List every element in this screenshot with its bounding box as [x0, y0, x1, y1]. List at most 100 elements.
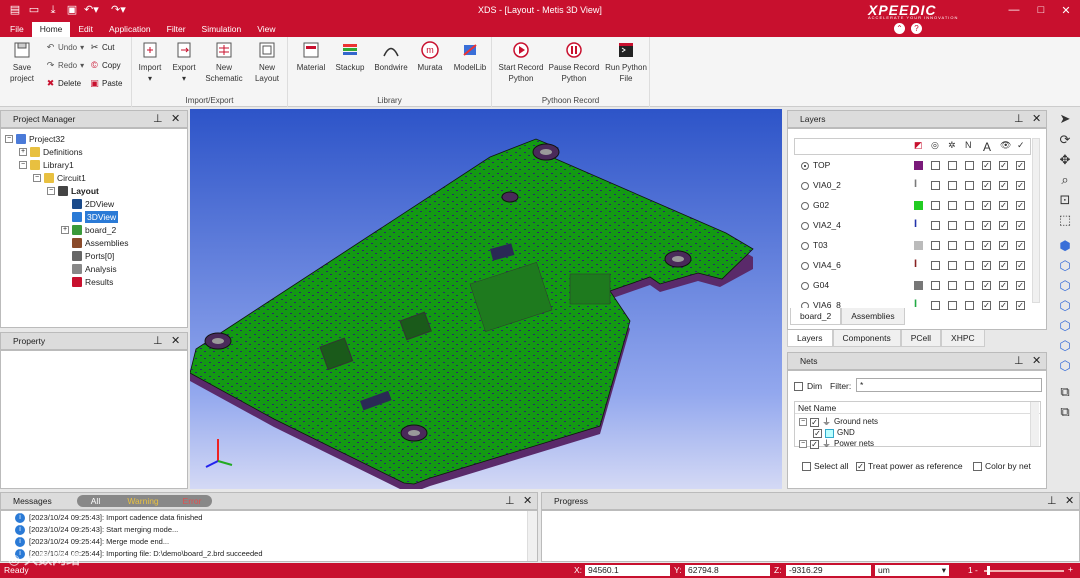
layer-option-checkbox[interactable]: ✓ — [1016, 301, 1025, 310]
unit-select[interactable]: um ▾ — [875, 565, 949, 576]
layer-option-checkbox[interactable] — [948, 161, 957, 170]
layer-row[interactable]: VIA4_6 I ✓ ✓ ✓ — [793, 256, 1029, 276]
minimize-button[interactable]: — — [1006, 4, 1022, 16]
layer-row[interactable]: VIA0_2 I ✓ ✓ ✓ — [793, 176, 1029, 196]
zoom-icon[interactable]: ⌕ — [1057, 172, 1073, 188]
eye-icon[interactable]: 👁 — [1000, 140, 1011, 151]
3d-view-canvas[interactable] — [189, 109, 782, 492]
via-swatch-icon[interactable]: I — [914, 218, 917, 230]
menu-home[interactable]: Home — [31, 22, 71, 37]
layer-subtab[interactable]: Assemblies — [841, 308, 905, 325]
cut-button[interactable]: ✂ Cut — [90, 43, 115, 53]
panel-tab[interactable]: PCell — [900, 330, 942, 347]
layer-option-checkbox[interactable]: ✓ — [982, 221, 991, 230]
layer-option-checkbox[interactable]: ✓ — [1016, 261, 1025, 270]
layer-option-checkbox[interactable] — [965, 281, 974, 290]
collapse-icon[interactable]: − — [47, 187, 55, 195]
layer-active-radio[interactable] — [801, 182, 809, 190]
filter-all-button[interactable]: All — [77, 495, 114, 507]
import-button[interactable]: Import ▾ — [134, 41, 166, 84]
hatch-icon[interactable]: ✲ — [948, 140, 956, 151]
pin-icon[interactable]: ⊥ — [1047, 493, 1057, 509]
zoom-fit-icon[interactable]: ⊡ — [1057, 192, 1073, 208]
via-swatch-icon[interactable]: I — [914, 258, 917, 270]
select-all-checkbox[interactable] — [802, 462, 811, 471]
layer-option-checkbox[interactable] — [965, 161, 974, 170]
filter-error-button[interactable]: Error — [172, 495, 212, 507]
murata-button[interactable]: m Murata — [414, 41, 446, 73]
layer-option-checkbox[interactable]: ✓ — [982, 181, 991, 190]
save-project-button[interactable]: Save project — [6, 41, 38, 84]
zoom-area-icon[interactable]: ⬚ — [1057, 212, 1073, 228]
redo-button[interactable]: ↷ Redo ▾ — [46, 61, 84, 71]
panel-tab[interactable]: Layers — [787, 330, 833, 347]
close-button[interactable]: ✕ — [1058, 4, 1074, 17]
view-front-icon[interactable]: ⬡ — [1057, 258, 1073, 274]
layer-option-checkbox[interactable]: ✓ — [982, 201, 991, 210]
layer-option-checkbox[interactable]: ✓ — [999, 281, 1008, 290]
layer-option-checkbox[interactable] — [931, 201, 940, 210]
ribbon-toggle-icon[interactable]: ⌃ — [894, 23, 905, 34]
layer-option-checkbox[interactable] — [931, 281, 940, 290]
layer-option-checkbox[interactable]: ✓ — [999, 241, 1008, 250]
net-checkbox[interactable]: ✓ — [813, 428, 822, 438]
collapse-icon[interactable]: − — [799, 440, 807, 448]
paste-button[interactable]: ▣ Paste — [90, 79, 122, 89]
material-button[interactable]: Material — [294, 41, 328, 73]
net-item[interactable]: − ✓ ⏚ Power nets — [799, 438, 874, 450]
via-swatch-icon[interactable]: I — [914, 178, 917, 190]
layer-option-checkbox[interactable]: ✓ — [982, 161, 991, 170]
layer-option-checkbox[interactable]: ✓ — [1016, 281, 1025, 290]
view-bottom-icon[interactable]: ⬡ — [1057, 358, 1073, 374]
text-a-icon[interactable]: A — [983, 140, 991, 154]
tree-item[interactable]: Analysis — [61, 263, 117, 275]
layer-active-radio[interactable] — [801, 242, 809, 250]
layer-option-checkbox[interactable] — [965, 241, 974, 250]
layers-scrollbar[interactable] — [1032, 138, 1040, 303]
close-panel-icon[interactable]: ✕ — [171, 333, 180, 349]
view-back-icon[interactable]: ⬡ — [1057, 278, 1073, 294]
menu-file[interactable]: File — [0, 22, 32, 37]
pin-icon[interactable]: ⊥ — [153, 333, 163, 349]
layer-option-checkbox[interactable] — [948, 281, 957, 290]
messages-scrollbar[interactable] — [527, 511, 537, 561]
collapse-icon[interactable]: − — [5, 135, 13, 143]
undo-button[interactable]: ↶ Undo ▾ — [46, 43, 84, 53]
close-panel-icon[interactable]: ✕ — [523, 493, 532, 509]
rotate-icon[interactable]: ⟳ — [1057, 132, 1073, 148]
zoom-slider[interactable] — [984, 570, 1064, 572]
layer-row[interactable]: G04 ✓ ✓ ✓ — [793, 276, 1029, 296]
tree-item[interactable]: + Definitions — [19, 146, 83, 158]
pause-record-python-button[interactable]: Pause Record Python — [546, 41, 602, 84]
menu-view[interactable]: View — [249, 22, 283, 37]
layer-color-swatch[interactable] — [914, 241, 923, 250]
zoom-slider-handle[interactable] — [987, 566, 990, 575]
layer-option-checkbox[interactable]: ✓ — [982, 261, 991, 270]
layer-option-checkbox[interactable] — [948, 261, 957, 270]
layer-option-checkbox[interactable]: ✓ — [1016, 161, 1025, 170]
pin-icon[interactable]: ⊥ — [1014, 111, 1024, 127]
italic-n-icon[interactable]: N — [965, 140, 972, 150]
copy-button[interactable]: © Copy — [90, 61, 121, 71]
tree-item[interactable]: − Layout — [47, 185, 99, 197]
layer-subtab[interactable]: board_2 — [790, 308, 842, 325]
close-panel-icon[interactable]: ✕ — [1032, 111, 1041, 127]
layer-option-checkbox[interactable] — [931, 221, 940, 230]
layer-row[interactable]: TOP ✓ ✓ ✓ — [793, 156, 1029, 176]
layer-option-checkbox[interactable] — [931, 181, 940, 190]
layer-row[interactable]: G02 ✓ ✓ ✓ — [793, 196, 1029, 216]
layer-option-checkbox[interactable] — [931, 261, 940, 270]
layer-option-checkbox[interactable] — [965, 201, 974, 210]
net-list-scrollbar[interactable] — [1030, 402, 1039, 446]
net-checkbox[interactable]: ✓ — [810, 417, 819, 427]
net-name-column[interactable]: Net Name — [795, 402, 1040, 414]
layer-option-checkbox[interactable]: ✓ — [1016, 201, 1025, 210]
layer-active-radio[interactable] — [801, 162, 809, 170]
check-icon[interactable]: ✓ — [1017, 140, 1025, 151]
close-panel-icon[interactable]: ✕ — [1032, 353, 1041, 369]
view-iso-icon[interactable]: ⬢ — [1057, 238, 1073, 254]
zoom-in-icon[interactable]: + — [1068, 564, 1073, 574]
layer-option-checkbox[interactable] — [948, 181, 957, 190]
layer-option-checkbox[interactable]: ✓ — [982, 241, 991, 250]
layer-option-checkbox[interactable] — [948, 241, 957, 250]
